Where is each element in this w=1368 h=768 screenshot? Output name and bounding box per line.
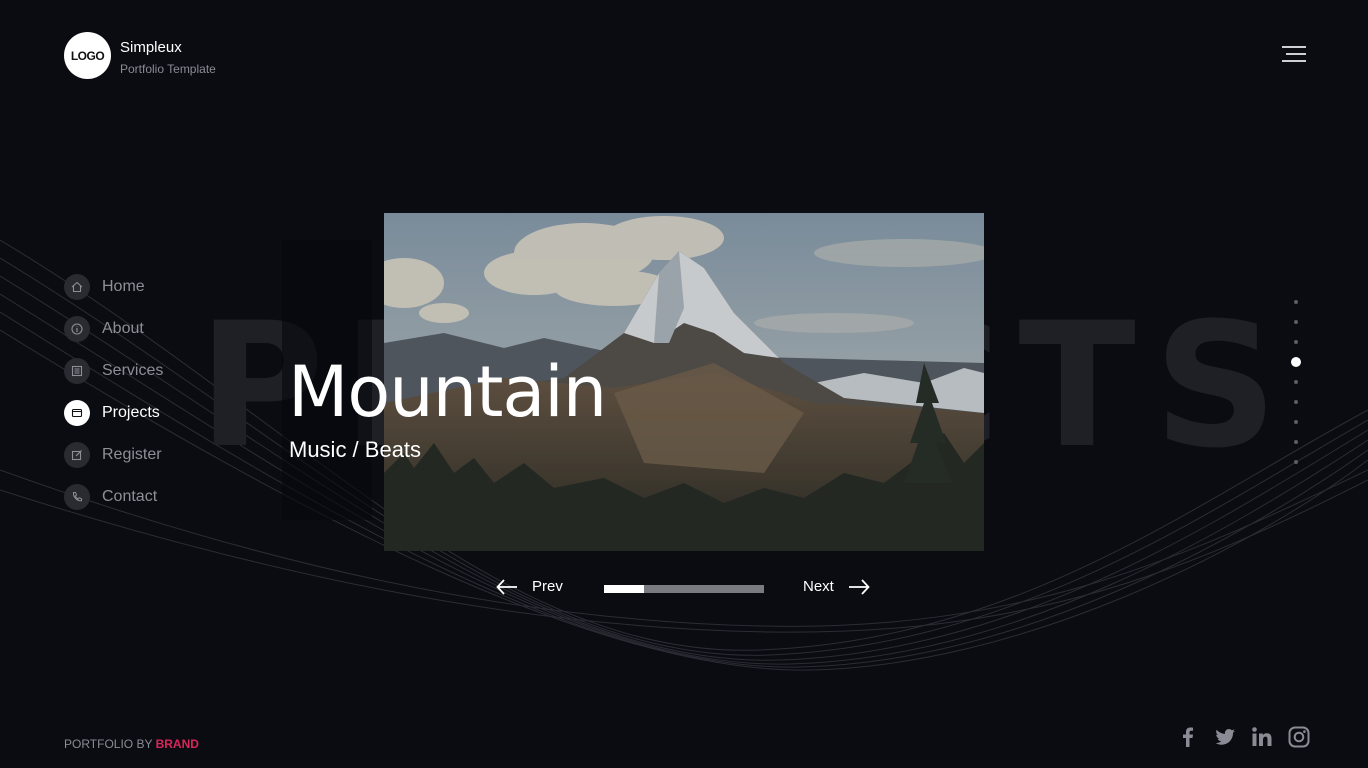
nav-label: Home bbox=[102, 278, 145, 295]
nav-item-services[interactable]: Services bbox=[64, 350, 163, 392]
pagination-dot[interactable] bbox=[1294, 440, 1298, 444]
facebook-icon[interactable] bbox=[1175, 724, 1201, 750]
nav-item-register[interactable]: Register bbox=[64, 434, 163, 476]
arrow-right-icon bbox=[848, 578, 870, 595]
pagination-dot[interactable] bbox=[1294, 380, 1298, 384]
logo[interactable]: LOGO bbox=[64, 32, 111, 79]
list-icon bbox=[64, 358, 90, 384]
slide-subtitle: Music / Beats bbox=[289, 437, 422, 462]
pagination-dot[interactable] bbox=[1291, 357, 1301, 367]
menu-line bbox=[1282, 46, 1306, 48]
menu-line bbox=[1286, 53, 1306, 55]
footer-brand-link[interactable]: BRAND bbox=[156, 737, 199, 751]
next-label: Next bbox=[803, 578, 834, 595]
social-links bbox=[1175, 724, 1312, 750]
pagination-dot[interactable] bbox=[1294, 420, 1298, 424]
slide-progress-bar bbox=[604, 585, 764, 593]
footer-credit: PORTFOLIO BY BRAND bbox=[64, 737, 199, 751]
nav-label: About bbox=[102, 320, 144, 337]
nav-label: Contact bbox=[102, 488, 158, 505]
slide-pagination bbox=[1290, 300, 1302, 480]
progress-fill bbox=[604, 585, 644, 593]
pagination-dot[interactable] bbox=[1294, 460, 1298, 464]
arrow-left-icon bbox=[496, 578, 517, 595]
instagram-icon[interactable] bbox=[1286, 724, 1312, 750]
slide-title: Mountain bbox=[288, 351, 607, 433]
nav-label: Register bbox=[102, 446, 162, 463]
pagination-dot[interactable] bbox=[1294, 300, 1298, 304]
brand-tagline: Portfolio Template bbox=[120, 62, 216, 76]
linkedin-icon[interactable] bbox=[1249, 724, 1275, 750]
nav-label: Projects bbox=[102, 404, 160, 421]
pagination-dot[interactable] bbox=[1294, 340, 1298, 344]
footer-prefix: PORTFOLIO BY bbox=[64, 737, 153, 751]
nav-item-home[interactable]: Home bbox=[64, 266, 163, 308]
prev-label: Prev bbox=[532, 578, 563, 595]
twitter-icon[interactable] bbox=[1212, 724, 1238, 750]
edit-icon bbox=[64, 442, 90, 468]
pagination-dot[interactable] bbox=[1294, 400, 1298, 404]
prev-button[interactable]: Prev bbox=[496, 578, 563, 595]
nav-item-about[interactable]: About bbox=[64, 308, 163, 350]
next-button[interactable]: Next bbox=[803, 578, 870, 595]
nav-item-contact[interactable]: Contact bbox=[64, 476, 163, 518]
pagination-dot[interactable] bbox=[1294, 320, 1298, 324]
info-icon bbox=[64, 316, 90, 342]
phone-icon bbox=[64, 484, 90, 510]
home-icon bbox=[64, 274, 90, 300]
sidebar-nav: Home About Services Projects Register Co… bbox=[64, 266, 163, 518]
page: PROJECTS LOGO Simpleux Portfolio Templat… bbox=[0, 0, 1368, 768]
brand-name: Simpleux bbox=[120, 39, 182, 56]
folder-icon bbox=[64, 400, 90, 426]
nav-label: Services bbox=[102, 362, 164, 379]
hamburger-menu-button[interactable] bbox=[1276, 44, 1306, 64]
menu-line bbox=[1282, 60, 1306, 62]
nav-item-projects[interactable]: Projects bbox=[64, 392, 163, 434]
